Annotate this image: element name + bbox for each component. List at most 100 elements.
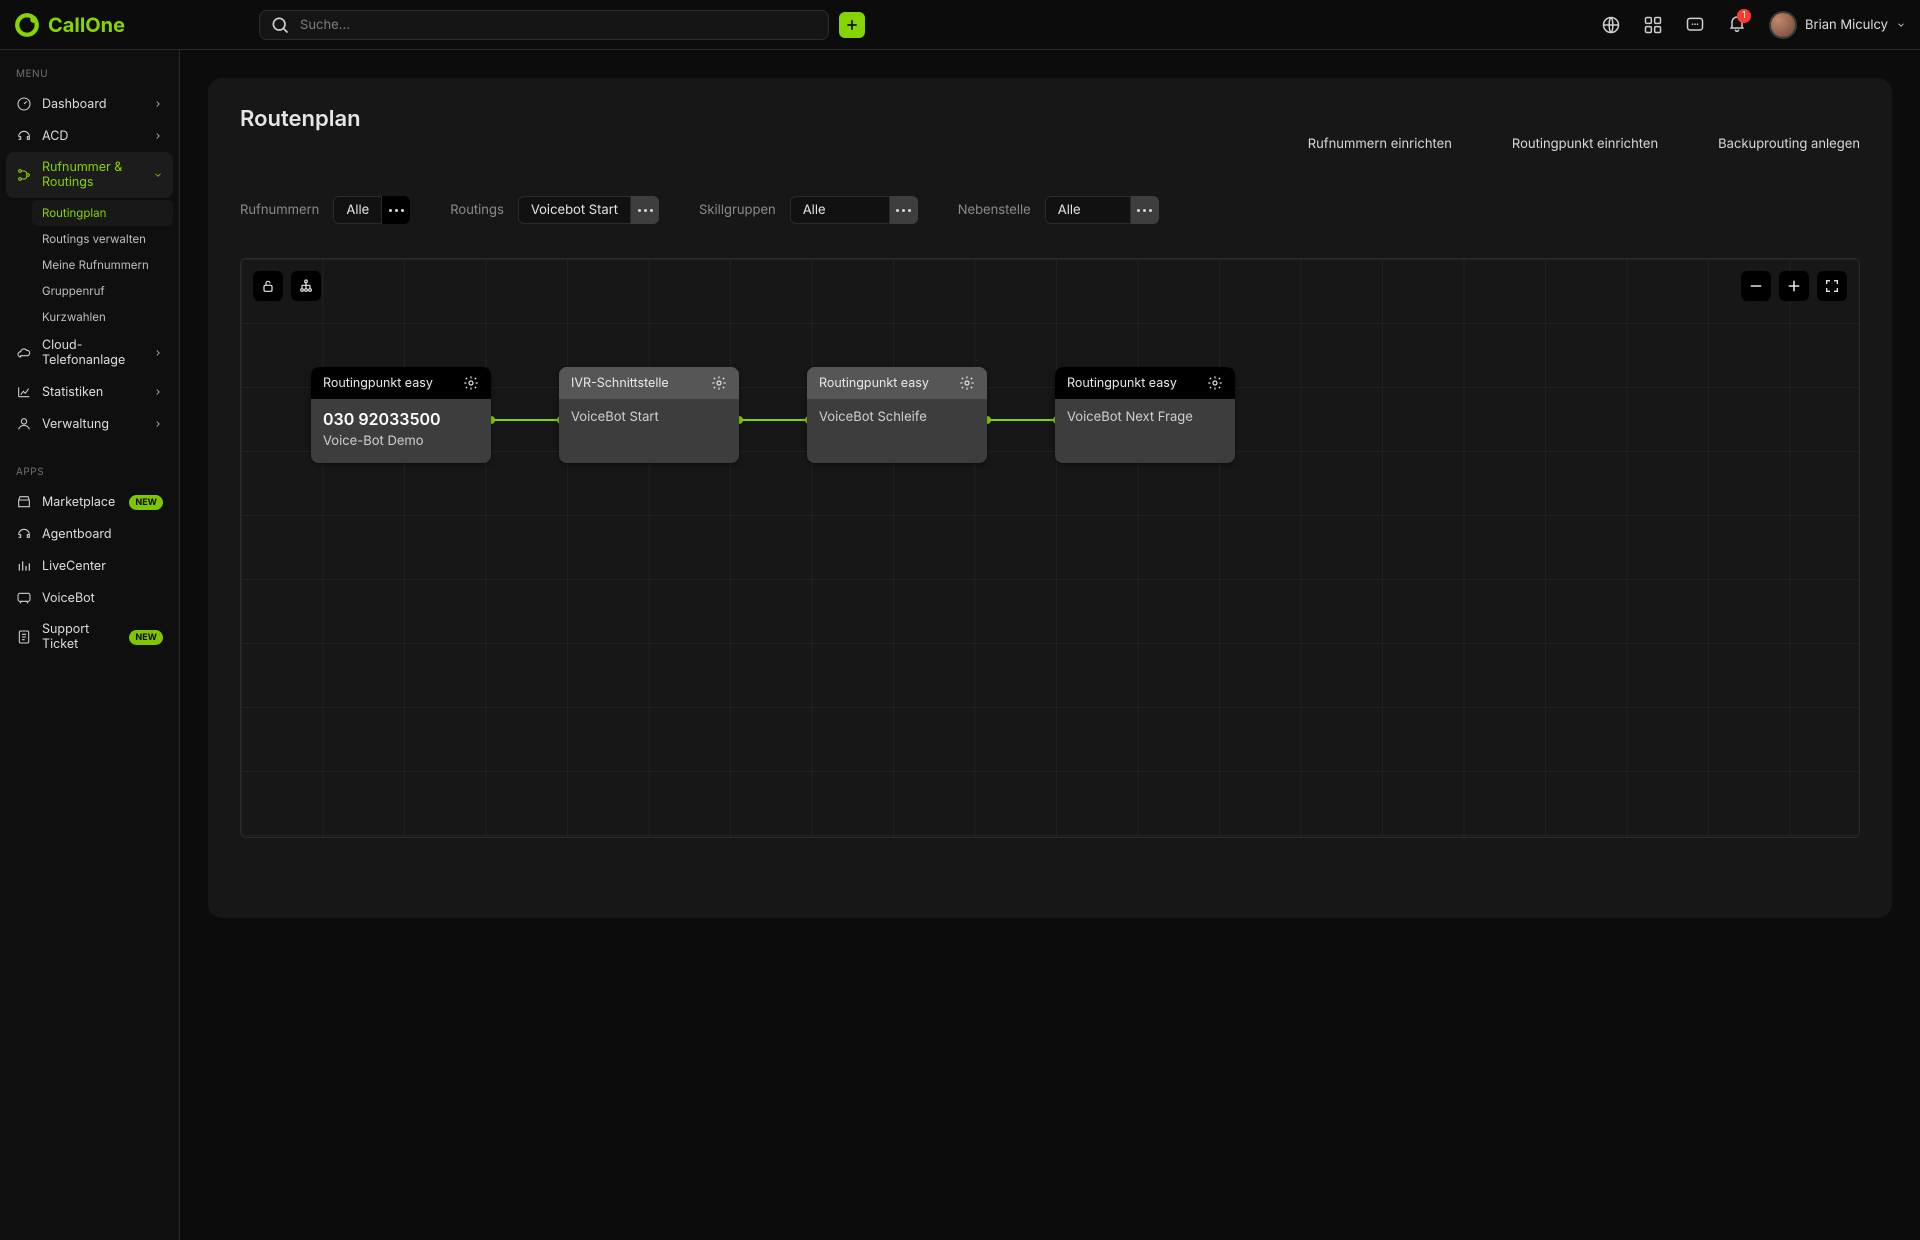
new-badge: NEW xyxy=(129,630,163,645)
plus-icon xyxy=(1786,278,1802,294)
sidebar-app-voicebot[interactable]: VoiceBot xyxy=(6,582,173,614)
action-backuprouting[interactable]: Backuprouting anlegen xyxy=(1718,136,1860,152)
sidebar-app-livecenter[interactable]: LiveCenter xyxy=(6,550,173,582)
sidebar-sub-routingplan[interactable]: Routingplan xyxy=(32,200,173,226)
new-badge: NEW xyxy=(129,495,163,510)
routing-node[interactable]: Routingpunkt easy VoiceBot Next Frage xyxy=(1055,367,1235,463)
gear-icon[interactable] xyxy=(463,375,479,391)
filter-routings-more[interactable] xyxy=(631,196,659,224)
filter-label-rufnummern: Rufnummern xyxy=(240,202,319,218)
sidebar-sub-routing: Routingplan Routings verwalten Meine Ruf… xyxy=(32,200,173,330)
node-subtitle: VoiceBot Start xyxy=(571,409,727,425)
sidebar-app-agentboard[interactable]: Agentboard xyxy=(6,518,173,550)
notification-count: 1 xyxy=(1737,9,1751,23)
filter-rufnummern-more[interactable] xyxy=(382,196,410,224)
notifications-button[interactable]: 1 xyxy=(1727,13,1747,37)
filter-label-routings: Routings xyxy=(450,202,504,218)
node-subtitle: VoiceBot Next Frage xyxy=(1067,409,1223,425)
sidebar-section-menu: MENU xyxy=(16,68,163,80)
zoom-out-button[interactable] xyxy=(1741,271,1771,301)
main: Routenplan Rufnummern einrichten Routing… xyxy=(180,50,1920,1240)
node-title: Routingpunkt easy xyxy=(1067,376,1177,391)
gear-icon[interactable] xyxy=(711,375,727,391)
chevron-right-icon xyxy=(153,419,163,429)
cloud-icon xyxy=(16,345,32,361)
ticket-icon xyxy=(16,629,32,645)
node-phone: 030 92033500 xyxy=(323,409,479,429)
sidebar-sub-kurzwahlen[interactable]: Kurzwahlen xyxy=(32,304,173,330)
search-input[interactable] xyxy=(298,16,818,34)
filter-label-neben: Nebenstelle xyxy=(958,202,1031,218)
chart-icon xyxy=(16,384,32,400)
bars-icon xyxy=(16,558,32,574)
search-icon xyxy=(270,15,290,35)
agent-icon xyxy=(16,526,32,542)
chevron-down-icon xyxy=(1896,20,1906,30)
topbar: CallOne 1 Brian Miculcy xyxy=(0,0,1920,50)
tree-icon xyxy=(298,278,314,294)
filter-neben-more[interactable] xyxy=(1131,196,1159,224)
filter-skill[interactable]: Alle xyxy=(790,196,890,224)
sidebar: MENU Dashboard ACD Rufnummer & Routings … xyxy=(0,50,180,1240)
action-routingpunkt[interactable]: Routingpunkt einrichten xyxy=(1512,136,1658,152)
filter-skill-more[interactable] xyxy=(890,196,918,224)
chevron-right-icon xyxy=(153,99,163,109)
gauge-icon xyxy=(16,96,32,112)
global-search[interactable] xyxy=(259,10,829,40)
canvas-lock-button[interactable] xyxy=(253,271,283,301)
filter-label-skill: Skillgruppen xyxy=(699,202,776,218)
node-subtitle: VoiceBot Schleife xyxy=(819,409,975,425)
sidebar-section-apps: APPS xyxy=(16,466,163,478)
gear-icon[interactable] xyxy=(1207,375,1223,391)
headset-icon xyxy=(16,128,32,144)
routing-node[interactable]: Routingpunkt easy VoiceBot Schleife xyxy=(807,367,987,463)
edge xyxy=(739,419,809,421)
chevron-down-icon xyxy=(153,170,163,180)
bot-icon xyxy=(16,590,32,606)
node-title: Routingpunkt easy xyxy=(323,376,433,391)
sidebar-sub-routings-verwalten[interactable]: Routings verwalten xyxy=(32,226,173,252)
gear-icon[interactable] xyxy=(959,375,975,391)
user-name: Brian Miculcy xyxy=(1805,17,1888,33)
globe-icon[interactable] xyxy=(1601,15,1621,35)
routing-canvas[interactable]: Routingpunkt easy 030 92033500 Voice-Bot… xyxy=(240,258,1860,838)
zoom-in-button[interactable] xyxy=(1779,271,1809,301)
user-menu[interactable]: Brian Miculcy xyxy=(1769,11,1906,39)
page-actions: Rufnummern einrichten Routingpunkt einri… xyxy=(240,136,1860,152)
fullscreen-button[interactable] xyxy=(1817,271,1847,301)
sidebar-item-routing[interactable]: Rufnummer & Routings xyxy=(6,152,173,198)
fullscreen-icon xyxy=(1824,278,1840,294)
routing-node[interactable]: IVR-Schnittstelle VoiceBot Start xyxy=(559,367,739,463)
sidebar-sub-meine-rufnummern[interactable]: Meine Rufnummern xyxy=(32,252,173,278)
filter-neben[interactable]: Alle xyxy=(1045,196,1131,224)
user-icon xyxy=(16,416,32,432)
sidebar-item-stats[interactable]: Statistiken xyxy=(6,376,173,408)
brand-logo: CallOne xyxy=(14,12,125,38)
node-subtitle: Voice-Bot Demo xyxy=(323,433,479,449)
canvas-tree-button[interactable] xyxy=(291,271,321,301)
canvas-grid xyxy=(241,259,1859,837)
apps-icon[interactable] xyxy=(1643,15,1663,35)
minus-icon xyxy=(1748,278,1764,294)
sidebar-item-dashboard[interactable]: Dashboard xyxy=(6,88,173,120)
sidebar-sub-gruppenruf[interactable]: Gruppenruf xyxy=(32,278,173,304)
sidebar-item-verwaltung[interactable]: Verwaltung xyxy=(6,408,173,440)
action-rufnummern[interactable]: Rufnummern einrichten xyxy=(1308,136,1452,152)
node-title: IVR-Schnittstelle xyxy=(571,376,669,391)
chat-icon[interactable] xyxy=(1685,15,1705,35)
filter-rufnummern[interactable]: Alle xyxy=(333,196,382,224)
sidebar-app-support[interactable]: Support Ticket NEW xyxy=(6,614,173,660)
node-title: Routingpunkt easy xyxy=(819,376,929,391)
edge xyxy=(987,419,1057,421)
routing-node[interactable]: Routingpunkt easy 030 92033500 Voice-Bot… xyxy=(311,367,491,463)
sidebar-app-marketplace[interactable]: Marketplace NEW xyxy=(6,486,173,518)
sidebar-item-acd[interactable]: ACD xyxy=(6,120,173,152)
new-button[interactable] xyxy=(839,12,865,38)
page-card: Routenplan Rufnummern einrichten Routing… xyxy=(208,78,1892,918)
chevron-right-icon xyxy=(153,387,163,397)
sidebar-item-cloud[interactable]: Cloud-Telefonanlage xyxy=(6,330,173,376)
filter-routings[interactable]: Voicebot Start xyxy=(518,196,631,224)
plus-icon xyxy=(845,18,859,32)
store-icon xyxy=(16,494,32,510)
filters: Rufnummern Alle Routings Voicebot Start … xyxy=(240,196,1860,224)
